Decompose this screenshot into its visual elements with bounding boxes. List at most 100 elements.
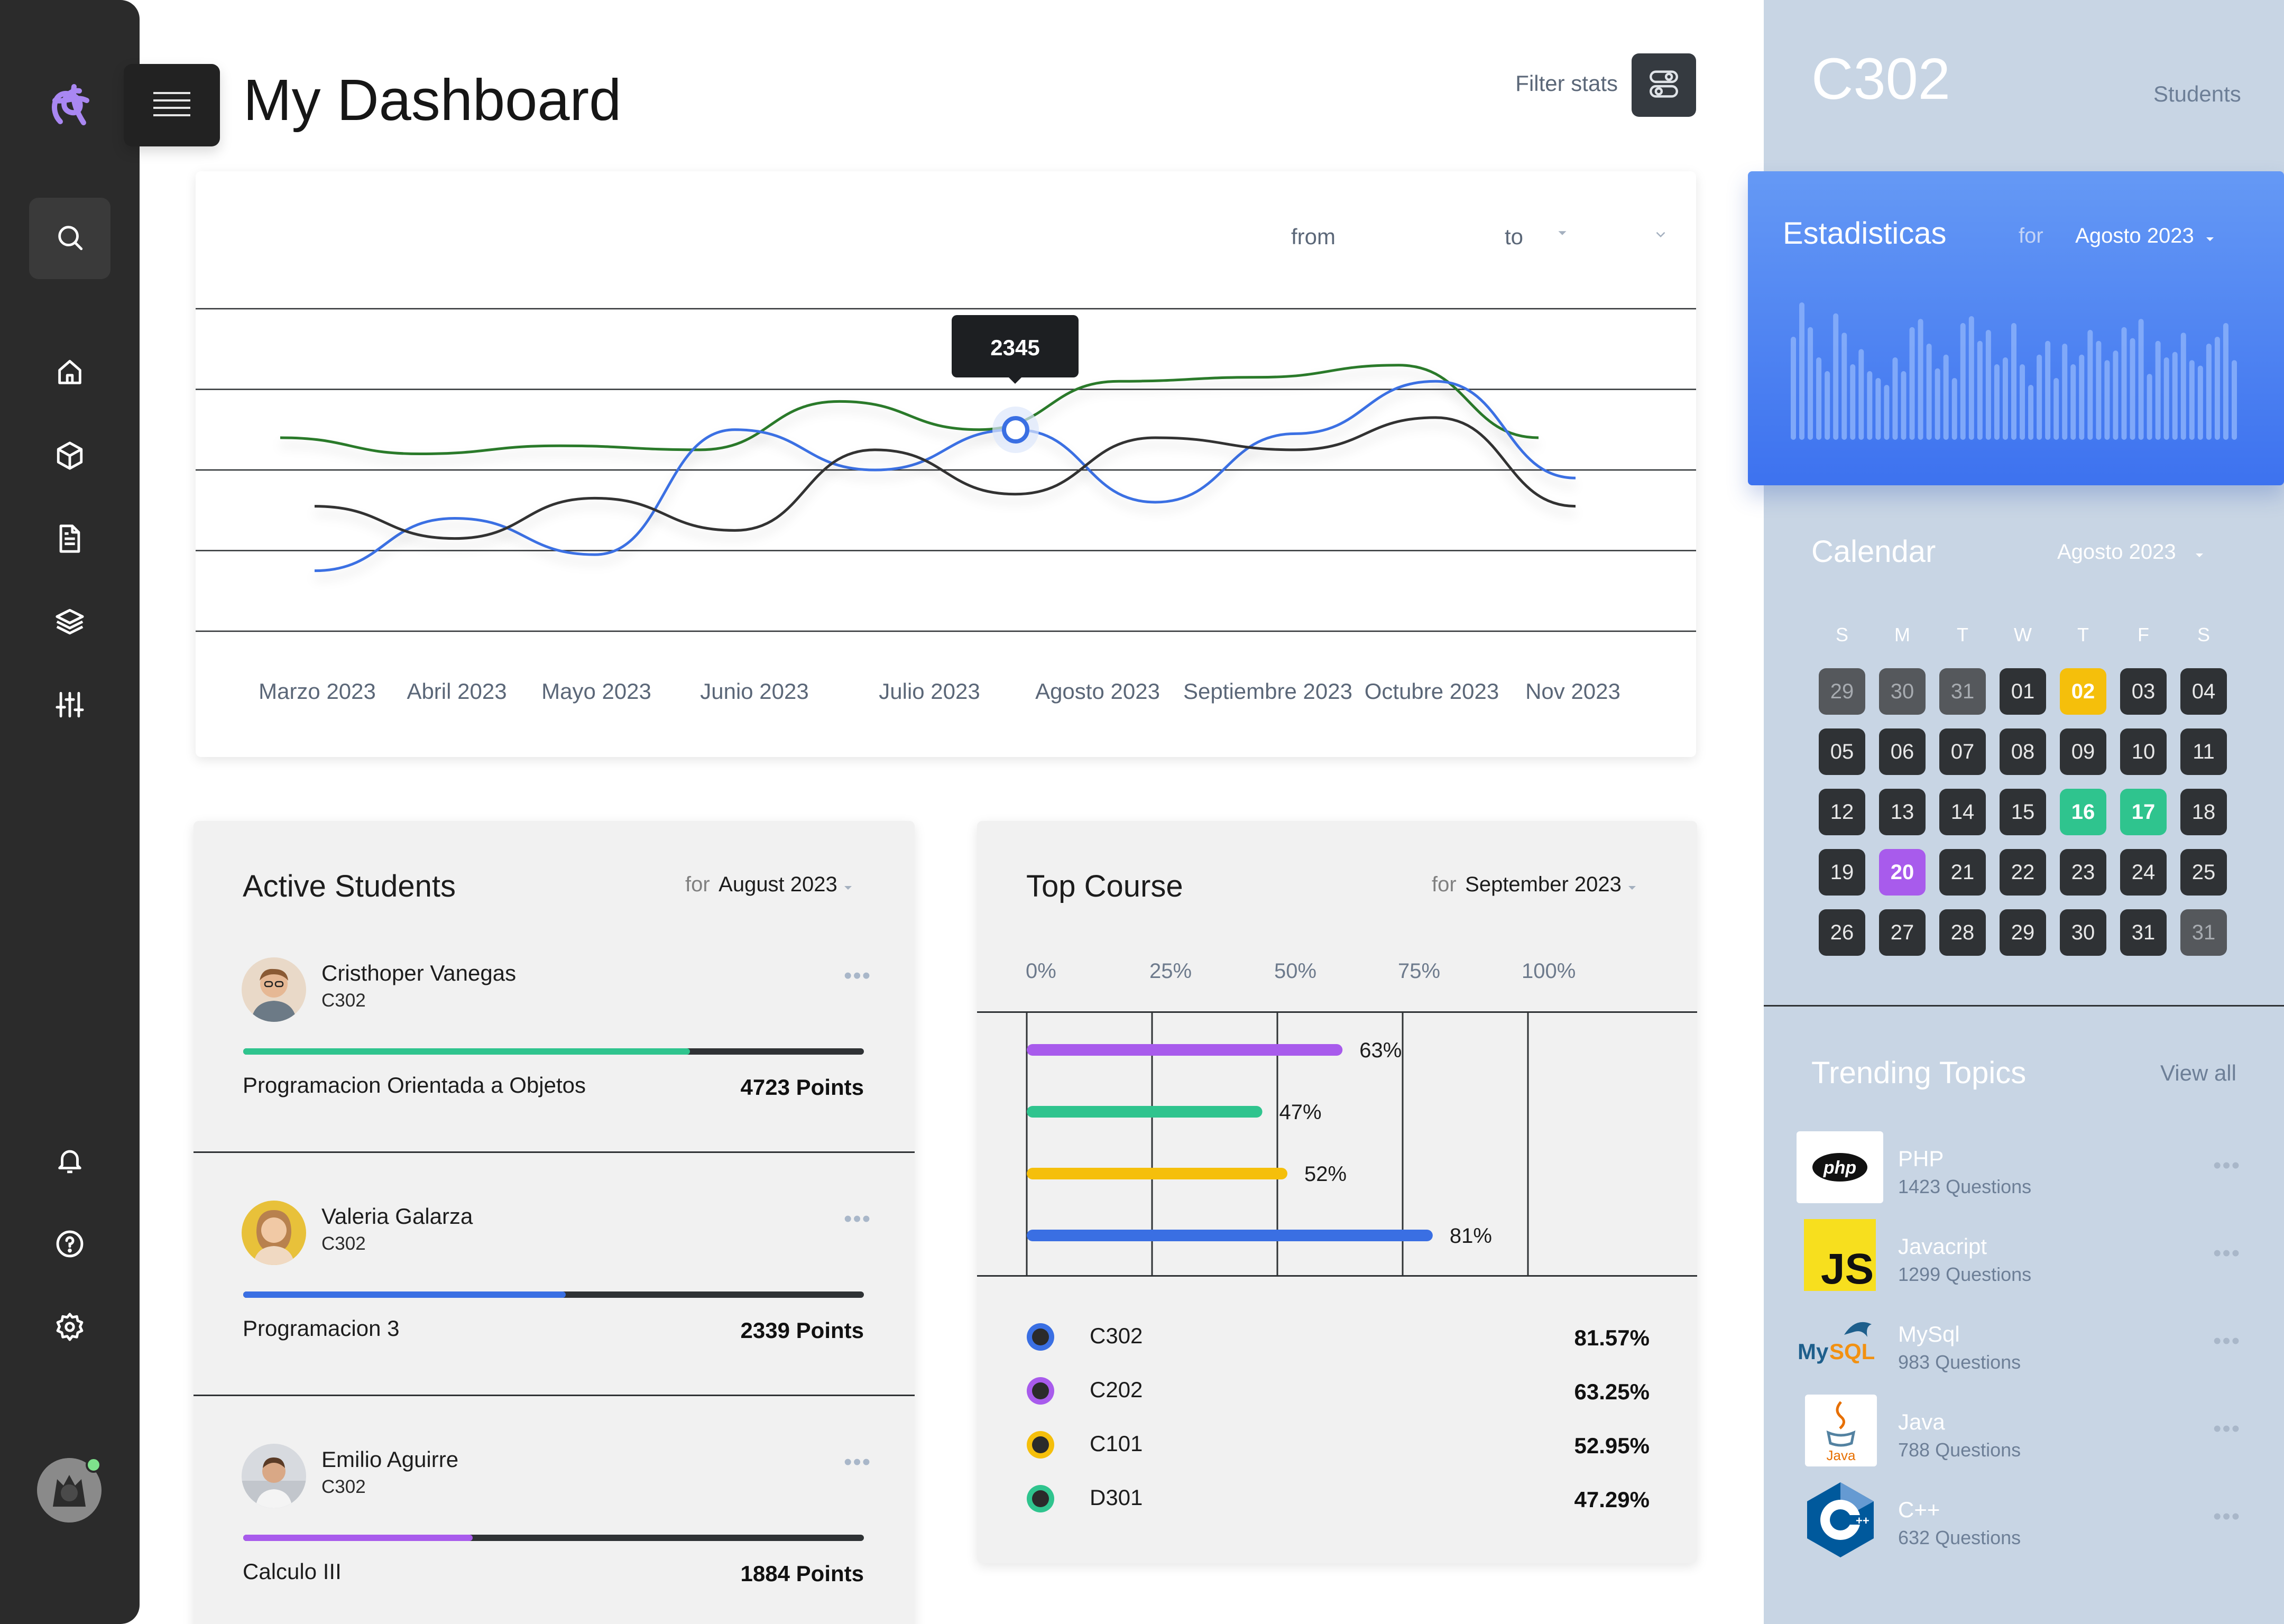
page-title: My Dashboard [243,68,622,133]
more-options-icon[interactable]: ••• [2213,1503,2241,1530]
legend-course-name: C202 [1090,1377,1143,1402]
calendar-day[interactable]: 16 [2060,789,2106,835]
more-options-icon[interactable]: ••• [844,1206,871,1232]
list-item[interactable]: ++ C++ 632 Questions ••• [1764,1477,2284,1565]
calendar-day[interactable]: 04 [2180,668,2227,715]
calendar-day[interactable]: 10 [2120,728,2167,775]
student-name: Valeria Galarza [321,1204,473,1229]
calendar-day[interactable]: 31 [1939,668,1986,715]
layers-button[interactable] [29,582,110,663]
avatar [242,957,306,1022]
calendar-day[interactable]: 23 [2060,849,2106,896]
calendar-day[interactable]: 30 [2060,909,2106,956]
stat-bar [1918,319,1923,440]
stat-bar [2020,364,2025,440]
calendar-day[interactable]: 29 [1819,668,1865,715]
stat-bar [2138,319,2144,440]
calendar-day[interactable]: 11 [2180,728,2227,775]
calendar-day[interactable]: 06 [1879,728,1926,775]
calendar-day[interactable]: 09 [2060,728,2106,775]
calendar-day[interactable]: 28 [1939,909,1986,956]
stat-bar [2079,354,2085,440]
hamburger-icon [152,91,191,120]
more-options-icon[interactable]: ••• [2213,1328,2241,1354]
calendar-grid: 29 30 31 01 02 03 04 05 06 07 08 09 10 11 12 13 14 15 16 17… [1764,0,2284,1004]
legend-course-name: C101 [1090,1431,1143,1456]
documents-button[interactable] [29,499,110,580]
list-item[interactable]: Emilio Aguirre C302 ••• Calculo III 1884… [194,1307,915,1624]
legend-course-name: C302 [1090,1323,1143,1348]
calendar-day[interactable]: 29 [2000,909,2046,956]
calendar-day[interactable]: 20 [1879,849,1926,896]
notifications-button[interactable] [29,1121,110,1202]
calendar-day[interactable]: 02 [2060,668,2106,715]
calendar-day[interactable]: 27 [1879,909,1926,956]
calendar-day[interactable]: 07 [1939,728,1986,775]
calendar-day[interactable]: 31 [2120,909,2167,956]
calendar-day[interactable]: 31 [2180,909,2227,956]
top-course-card: Top Course for September 2023 0% 25% 50%… [977,821,1697,1563]
more-options-icon[interactable]: ••• [2213,1240,2241,1267]
legend-dot [1025,1483,1056,1515]
more-options-icon[interactable]: ••• [844,1449,871,1475]
divider [1764,1005,2284,1007]
more-options-icon[interactable]: ••• [2213,1416,2241,1442]
help-button[interactable] [29,1204,110,1286]
layers-icon [54,606,85,640]
calendar-day[interactable]: 21 [1939,849,1986,896]
topic-count: 632 Questions [1898,1527,2021,1548]
more-options-icon[interactable]: ••• [844,963,871,989]
calendar-day[interactable]: 13 [1879,789,1926,835]
settings-sliders-button[interactable] [29,665,110,746]
calendar-day[interactable]: 15 [2000,789,2046,835]
stat-bar [2223,323,2228,440]
chart-tooltip: 2345 [952,315,1079,384]
home-button[interactable] [29,333,110,414]
student-subject: Calculo III [243,1559,342,1584]
menu-toggle-button[interactable] [124,64,220,146]
topic-name: Java [1898,1409,1945,1434]
topic-name: C++ [1898,1497,1940,1522]
topic-count: 1423 Questions [1898,1176,2032,1197]
stat-bar [1994,364,2000,440]
toggle-icon [1646,67,1681,104]
calendar-day[interactable]: 19 [1819,849,1865,896]
series-line [314,416,1576,540]
calendar-day[interactable]: 24 [2120,849,2167,896]
calendar-day[interactable]: 30 [1879,668,1926,715]
calendar-day[interactable]: 05 [1819,728,1865,775]
list-item[interactable]: Java Java 788 Questions ••• [1764,1389,2284,1477]
stat-bar [1935,368,1940,440]
stat-bar [1841,333,1847,440]
stat-bar [1977,340,1983,440]
calendar-day[interactable]: 14 [1939,789,1986,835]
search-button[interactable] [29,198,110,279]
list-item[interactable]: JS Javacript 1299 Questions ••• [1764,1214,2284,1302]
calendar-day[interactable]: 18 [2180,789,2227,835]
stat-bar [1901,371,1907,440]
calendar-day[interactable]: 26 [1819,909,1865,956]
line-chart-card: from to Marzo 2023 Abril 2023 Mayo 2023 Jun… [196,171,1696,757]
calendar-day[interactable]: 25 [2180,849,2227,896]
list-item[interactable]: My SQL MySql 983 Questions ••• [1764,1302,2284,1389]
stat-bar [1909,327,1915,440]
list-item[interactable]: Cristhoper Vanegas C302 ••• Programacion… [194,821,915,1100]
calendar-day[interactable]: 22 [2000,849,2046,896]
settings-button[interactable] [29,1287,110,1369]
calendar-day[interactable]: 01 [2000,668,2046,715]
calendar-day[interactable]: 12 [1819,789,1865,835]
stat-bar [2214,337,2220,440]
list-item[interactable]: php PHP 1423 Questions ••• [1764,1126,2284,1214]
knot-logo-icon[interactable] [44,79,95,130]
stat-bar [1858,349,1864,440]
legend-course-value: 47.29% [1574,1487,1650,1512]
calendar-day[interactable]: 17 [2120,789,2167,835]
calendar-day[interactable]: 08 [2000,728,2046,775]
courses-button[interactable] [29,416,110,497]
view-all-link[interactable]: View all [2160,1060,2236,1086]
list-item[interactable]: Valeria Galarza C302 ••• Programacion 3 … [194,1064,915,1343]
svg-text:SQL: SQL [1829,1339,1875,1364]
filter-stats-button[interactable] [1632,53,1696,117]
calendar-day[interactable]: 03 [2120,668,2167,715]
more-options-icon[interactable]: ••• [2213,1152,2241,1179]
